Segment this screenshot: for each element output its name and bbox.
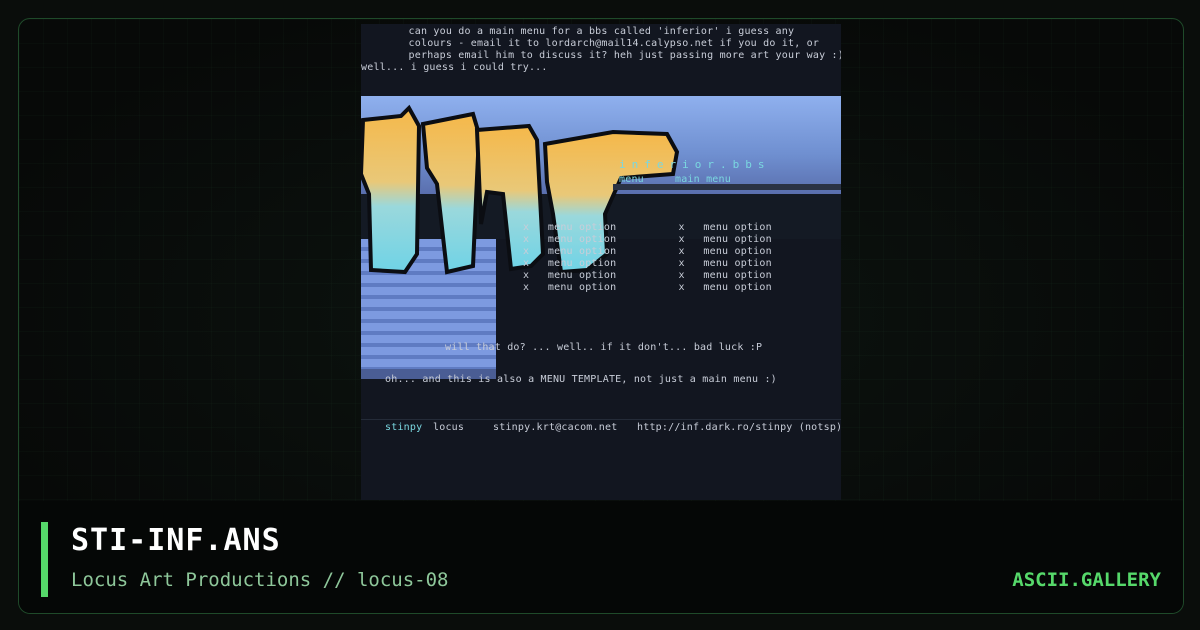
page-title: STI-INF.ANS — [71, 523, 281, 558]
credit-handle: stinpy — [385, 422, 423, 433]
closing-line: will that do? ... well.. if it don't... … — [445, 342, 763, 353]
intro-line: well... i guess i could try... — [361, 62, 548, 73]
preview-card: can you do a main menu for a bbs called … — [18, 18, 1184, 614]
accent-bar — [41, 522, 48, 597]
brand-link[interactable]: ASCII.GALLERY — [1012, 569, 1161, 591]
ansi-art-preview[interactable]: can you do a main menu for a bbs called … — [361, 24, 841, 500]
credit-url: http://inf.dark.ro/stinpy (notsp) — [637, 422, 841, 433]
credit-email: stinpy.krt@cacom.net — [493, 422, 618, 433]
menu-row[interactable]: x menu option x menu option — [523, 222, 772, 234]
footer-bar: STI-INF.ANS Locus Art Productions // loc… — [19, 501, 1183, 613]
menu-row[interactable]: x menu option x menu option — [523, 258, 772, 270]
credits-divider — [361, 419, 841, 420]
menu-row[interactable]: x menu option x menu option — [523, 234, 772, 246]
menu-row[interactable]: x menu option x menu option — [523, 282, 772, 294]
intro-line: perhaps email him to discuss it? heh jus… — [365, 50, 841, 61]
logo-tag: inferior.bbs — [619, 158, 771, 171]
menu-divider — [613, 184, 841, 190]
closing-line: oh... and this is also a MENU TEMPLATE, … — [385, 374, 777, 385]
intro-line: colours - email it to lordarch@mail14.ca… — [365, 38, 820, 49]
subtitle: Locus Art Productions // locus-08 — [71, 569, 449, 591]
intro-line: can you do a main menu for a bbs called … — [365, 26, 795, 37]
menu-row[interactable]: x menu option x menu option — [523, 270, 772, 282]
credit-group: locus — [433, 422, 465, 433]
menu-row[interactable]: x menu option x menu option — [523, 246, 772, 258]
